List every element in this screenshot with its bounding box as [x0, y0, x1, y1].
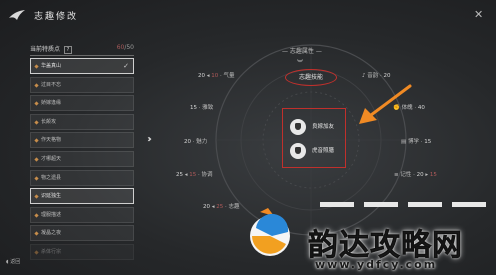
points-label: 当前特质点 [30, 46, 61, 53]
list-item[interactable]: 杀体行宗 [30, 243, 134, 260]
list-item[interactable]: 华盖真山 ✓ [30, 58, 134, 74]
chevron-down-icon: ︾ [297, 60, 304, 67]
stat-qiliang: 20 ◂ 10 · 气量 [198, 73, 235, 79]
mouse-hint: ◖ 返回 [6, 259, 21, 265]
watermark-dashes [320, 202, 486, 207]
stat-xietiao: 25 ◂ 15 · 协调 [176, 172, 213, 178]
trait-list: 华盖真山 ✓ 过目不忘 娇嫁逢缘 长颠攻 作天格物 才哪超天 物之遗县 识延独生 … [30, 58, 134, 263]
diamond-bullet-icon [34, 175, 39, 181]
list-item-label: 物之遗县 [41, 174, 62, 181]
close-icon[interactable]: ✕ [474, 8, 483, 21]
trait-item[interactable]: 虎音照膳 [290, 142, 334, 160]
page-title: 志趣修改 [34, 12, 79, 22]
scroll-icon: ≡ [394, 172, 399, 178]
stat-jixing: ≡ 记性 · 20 ▸ 15 [394, 172, 437, 178]
list-item[interactable]: 识延独生 [30, 188, 134, 205]
list-item[interactable]: 凝晶之夜 [30, 225, 134, 242]
trait-highlight-box: 良嫁加友 虎音照膳 [282, 108, 346, 168]
list-item-label: 理服描述 [41, 211, 62, 218]
diamond-bullet-icon [34, 194, 39, 199]
points-count: 60/50 [116, 44, 134, 51]
annotation-arrow-icon [359, 84, 412, 124]
list-item-label: 长颠攻 [41, 118, 57, 125]
skill-button[interactable]: 志趣技能 [285, 69, 337, 86]
divider [30, 55, 134, 56]
mouse-icon: ◖ [6, 259, 9, 265]
watermark-url: www.ydfcy.com [315, 258, 438, 271]
stat-yazhi: 15 · 雅致 [190, 105, 214, 111]
diamond-bullet-icon [34, 250, 39, 255]
trait-item[interactable]: 良嫁加友 [290, 118, 334, 136]
list-item-label: 凝晶之夜 [41, 230, 62, 237]
watermark-logo-icon [250, 208, 290, 256]
list-item[interactable]: 作天格物 [30, 132, 134, 149]
help-icon[interactable]: ? [63, 46, 72, 54]
list-item[interactable]: 物之遗县 [30, 169, 134, 186]
person-icon [290, 119, 306, 135]
tiger-icon [290, 143, 306, 159]
attributes-heading: — 志趣属性 — [282, 48, 322, 55]
list-item[interactable]: 娇嫁逢缘 [30, 95, 134, 112]
stat-zhiqu: 20 ◂ 25 · 志趣 [203, 204, 240, 210]
note-icon: ♪ [362, 73, 366, 79]
list-item[interactable]: 过目不忘 [30, 76, 134, 93]
stat-yinyun: ♪ 音韵 · 20 [362, 73, 391, 79]
diamond-bullet-icon [34, 82, 39, 88]
list-item[interactable]: 才哪超天 [30, 150, 134, 167]
diamond-bullet-icon [34, 101, 39, 106]
double-chevron-right-icon: ›› [147, 134, 152, 145]
list-item[interactable]: 长颠攻 [30, 113, 134, 130]
diamond-bullet-icon [34, 157, 39, 162]
check-icon: ✓ [123, 62, 129, 70]
stat-meili: 20 · 魅力 [184, 139, 208, 145]
diamond-bullet-icon [34, 120, 39, 125]
diamond-bullet-icon [34, 138, 39, 143]
bird-logo-icon [9, 10, 25, 20]
diamond-bullet-icon [34, 231, 39, 236]
stat-boxue: ▤ 博学 · 15 [401, 139, 432, 145]
list-item-label: 华盖真山 [41, 63, 62, 69]
diamond-bullet-icon [34, 64, 39, 69]
book-icon: ▤ [401, 139, 407, 145]
list-item-label: 娇嫁逢缘 [41, 100, 62, 107]
list-item-label: 杀体行宗 [41, 248, 62, 255]
list-item-label: 识延独生 [41, 193, 62, 200]
diamond-bullet-icon [34, 213, 39, 218]
list-item[interactable]: 理服描述 [30, 206, 134, 223]
list-item-label: 作天格物 [41, 137, 62, 144]
list-item-label: 才哪超天 [41, 155, 62, 162]
list-item-label: 过目不忘 [41, 81, 62, 88]
